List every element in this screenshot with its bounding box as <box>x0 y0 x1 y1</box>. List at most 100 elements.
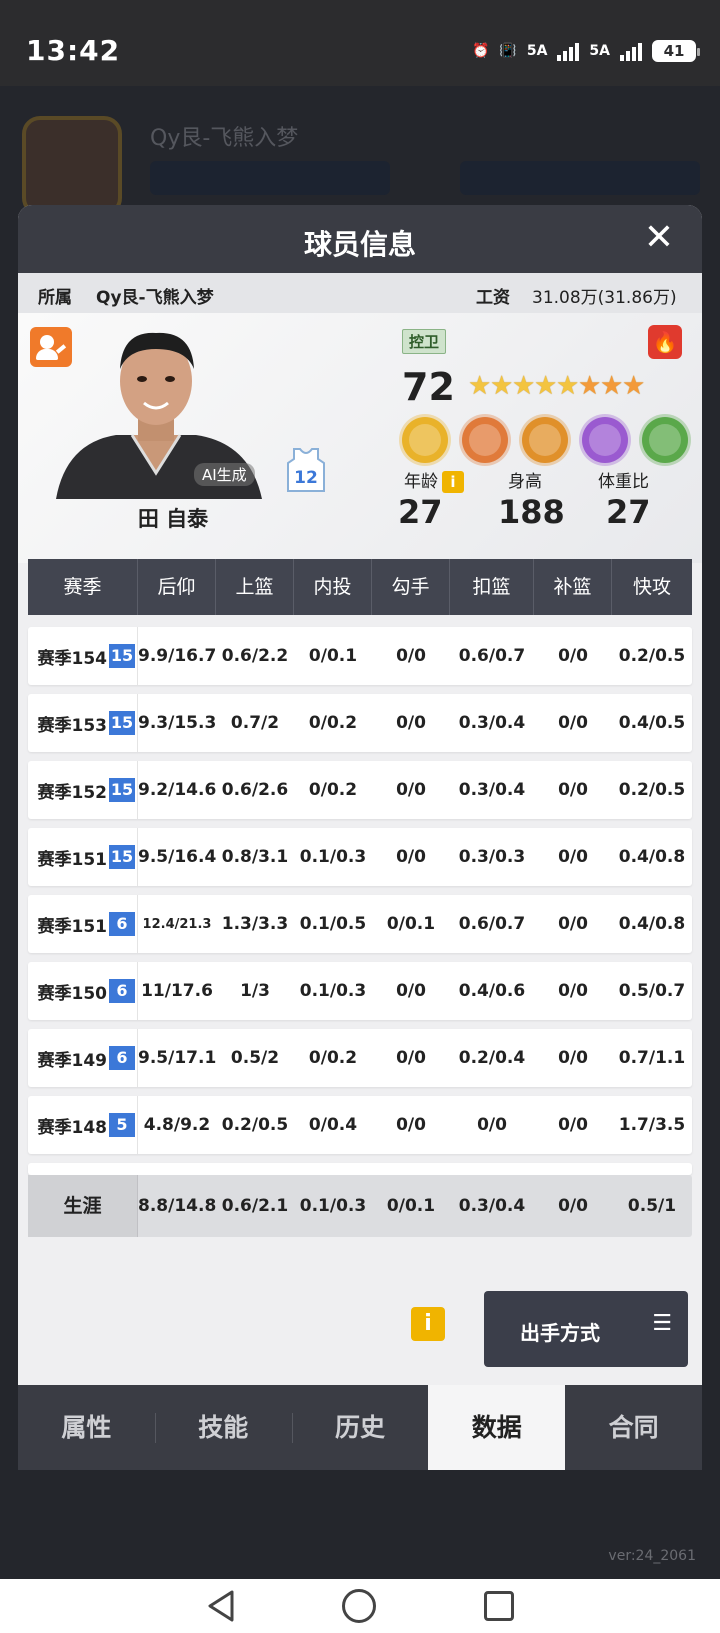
jersey-icon: 12 <box>287 448 325 492</box>
recents-icon[interactable] <box>484 1591 514 1621</box>
stat-cell: 0.6/0.7 <box>458 646 526 666</box>
stat-cell: 1.7/3.5 <box>618 1115 686 1135</box>
stat-cell: 9.9/16.7 <box>138 646 217 666</box>
stat-cell: 12.4/21.3 <box>142 916 212 932</box>
tab-2[interactable]: 历史 <box>291 1385 429 1470</box>
player-rating: 72 <box>402 365 455 409</box>
stat-cell: 9.3/15.3 <box>138 713 217 733</box>
season-cell: 赛季154 15 <box>28 627 138 685</box>
skill-badges <box>402 417 688 463</box>
career-stat-cell: 0.1/0.3 <box>299 1196 367 1216</box>
table-row: 赛季152 15 9.2/14.6 0.6/2.6 0/0.2 0/0 0.3/0.4 0/0… <box>28 761 692 819</box>
jersey-number: 12 <box>294 468 318 488</box>
stat-cell: 0/0 <box>396 981 426 1001</box>
info-icon[interactable]: i <box>411 1307 445 1341</box>
player-name: 田 自泰 <box>137 507 209 531</box>
table-row: 赛季148 5 4.8/9.2 0.2/0.5 0/0.4 0/0 0/0 0/0 1.7/3.… <box>28 1096 692 1154</box>
tab-1[interactable]: 技能 <box>154 1385 292 1470</box>
stat-cell: 0/0 <box>558 1048 588 1068</box>
bg-coin-bar <box>150 161 390 195</box>
table-row: 赛季151 6 12.4/21.3 1.3/3.3 0.1/0.5 0/0.1 0.6/0.… <box>28 895 692 953</box>
stat-cell: 0/0 <box>396 646 426 666</box>
season-label: 赛季152 <box>37 782 108 803</box>
season-label: 赛季148 <box>37 1117 108 1138</box>
skill-badge-icon[interactable] <box>462 417 508 463</box>
tab-4[interactable]: 合同 <box>565 1385 702 1470</box>
career-stat-cell: 0.3/0.4 <box>458 1196 526 1216</box>
stat-cell: 0.1/0.3 <box>299 981 367 1001</box>
net1-label: 5A <box>526 43 548 59</box>
stat-cell: 0/0 <box>558 780 588 800</box>
team-logo <box>22 116 122 216</box>
age-info-icon[interactable]: i <box>442 471 464 493</box>
career-label: 生涯 <box>28 1175 138 1237</box>
tab-bar: 属性 技能 历史 数据 合同 <box>18 1385 702 1470</box>
season-cell: 赛季151 6 <box>28 895 138 953</box>
height-label: 身高 <box>508 472 542 492</box>
table-header: 赛季 后仰 上篮 内投 勾手 扣篮 补篮 快攻 <box>28 559 692 615</box>
column-header: 快攻 <box>632 576 671 598</box>
stat-cell: 0/0.2 <box>308 780 358 800</box>
star-icon: ★ <box>512 371 536 401</box>
stat-cell: 0.6/0.7 <box>458 914 526 934</box>
skill-badge-icon[interactable] <box>402 417 448 463</box>
skill-badge-icon[interactable] <box>522 417 568 463</box>
column-header: 扣篮 <box>450 559 534 615</box>
column-header: 补篮 <box>534 559 612 615</box>
status-bar: 13:42 ⏰ 📳 5A 5A 41 <box>0 0 720 86</box>
home-icon[interactable] <box>342 1589 376 1623</box>
stat-cell: 9.5/17.1 <box>138 1048 217 1068</box>
signal-icon-2 <box>620 41 642 61</box>
column-header: 勾手 <box>372 559 450 615</box>
table-row: 赛季154 15 9.9/16.7 0.6/2.2 0/0.1 0/0 0.6/0.7 0/0… <box>28 627 692 685</box>
skill-badge-icon[interactable] <box>642 417 688 463</box>
stat-cell: 0.5/2 <box>230 1048 280 1068</box>
stat-cell: 0/0 <box>558 713 588 733</box>
career-row: 生涯 8.8/14.8 0.6/2.1 0.1/0.3 0/0.1 0.3/0.4 0/0 0… <box>28 1175 692 1237</box>
season-label: 赛季154 <box>37 648 108 669</box>
stat-cell: 0/0.1 <box>308 646 358 666</box>
table-body[interactable]: 赛季154 15 9.9/16.7 0.6/2.2 0/0.1 0/0 0.6/0.7 0/0… <box>28 627 692 1154</box>
stat-cell: 0.7/1.1 <box>618 1048 686 1068</box>
tab-0[interactable]: 属性 <box>18 1385 155 1470</box>
season-label: 赛季149 <box>37 1050 108 1071</box>
shooting-method-button[interactable]: 出手方式 ☰ <box>484 1291 688 1367</box>
season-label: 赛季151 <box>37 849 108 870</box>
career-stat-cell: 0.5/1 <box>627 1196 677 1216</box>
signal-icon <box>557 41 580 61</box>
star-icon: ★ <box>556 371 580 401</box>
back-icon[interactable] <box>206 1589 236 1623</box>
table-row: 赛季149 6 9.5/17.1 0.5/2 0/0.2 0/0 0.2/0.4 0/0 0.7… <box>28 1029 692 1087</box>
level-badge: 6 <box>109 1046 135 1070</box>
career-stat-cell: 0/0.1 <box>386 1196 436 1216</box>
weight-value: 27 <box>606 493 651 531</box>
age-value: 27 <box>398 493 443 531</box>
stat-cell: 11/17.6 <box>141 981 213 1001</box>
table-row-partial <box>28 1163 692 1175</box>
close-icon[interactable]: ✕ <box>644 217 674 258</box>
stat-cell: 0/0 <box>396 1048 426 1068</box>
stat-cell: 0/0 <box>558 847 588 867</box>
modal-title: 球员信息 <box>303 228 416 261</box>
stat-cell: 0/0 <box>558 981 588 1001</box>
stat-cell: 0.7/2 <box>230 713 280 733</box>
version-label: ver:24_2061 <box>608 1548 696 1564</box>
stat-cell: 1/3 <box>240 981 270 1001</box>
star-icon: ★ <box>534 371 558 401</box>
level-badge: 15 <box>109 644 135 668</box>
stat-cell: 0/0 <box>558 914 588 934</box>
star-icon: ★ <box>622 371 646 401</box>
stat-cell: 0.4/0.8 <box>618 914 686 934</box>
fire-icon[interactable]: 🔥 <box>648 325 682 359</box>
skill-badge-icon[interactable] <box>582 417 628 463</box>
stat-cell: 0.3/0.4 <box>458 713 526 733</box>
season-cell: 赛季150 6 <box>28 962 138 1020</box>
stat-cell: 0/0.2 <box>308 713 358 733</box>
stat-cell: 0.4/0.6 <box>458 981 526 1001</box>
stat-cell: 0.3/0.4 <box>458 780 526 800</box>
stat-cell: 0.3/0.3 <box>458 847 526 867</box>
stat-cell: 4.8/9.2 <box>143 1115 211 1135</box>
tab-3[interactable]: 数据 <box>428 1385 566 1470</box>
system-nav-bar <box>0 1579 720 1633</box>
career-stat-cell: 0.6/2.1 <box>221 1196 289 1216</box>
